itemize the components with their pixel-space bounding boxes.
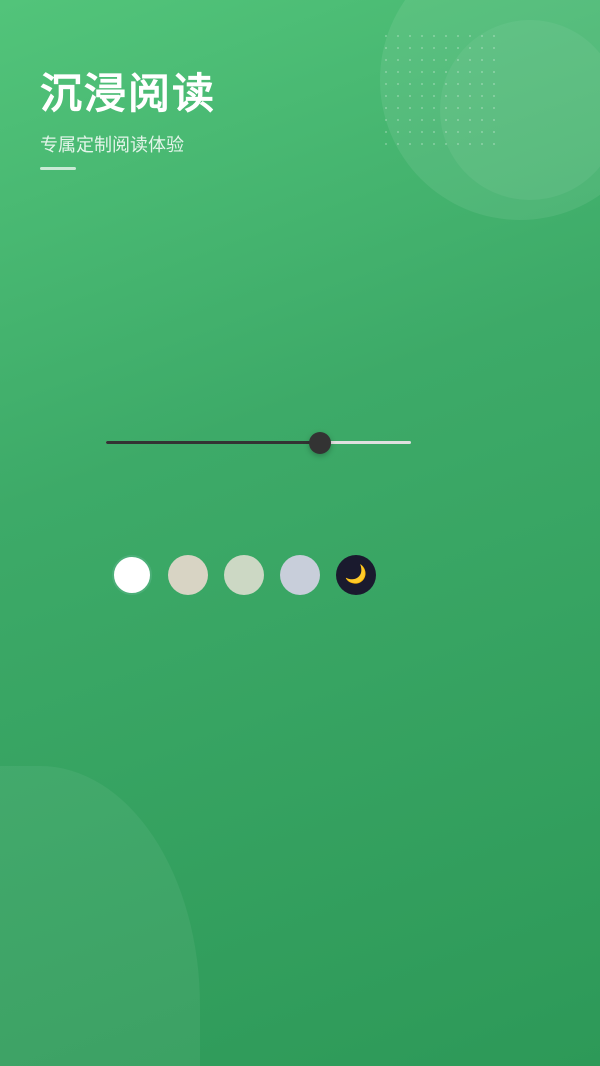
hero-line [40,167,76,170]
hero-subtitle: 专属定制阅读体验 [40,131,560,157]
brightness-slider[interactable] [106,441,411,444]
bg-green-option[interactable] [224,555,264,595]
bg-warm-option[interactable] [168,555,208,595]
bg-blue-option[interactable] [280,555,320,595]
slider-fill [106,441,320,444]
slider-thumb[interactable] [309,432,331,454]
slider-track[interactable] [106,441,411,444]
bg-dark-option[interactable]: 🌙 [336,555,376,595]
bg-white-option[interactable] [112,555,152,595]
hero-title: 沉浸阅读 [40,60,560,121]
moon-icon: 🌙 [345,564,367,585]
